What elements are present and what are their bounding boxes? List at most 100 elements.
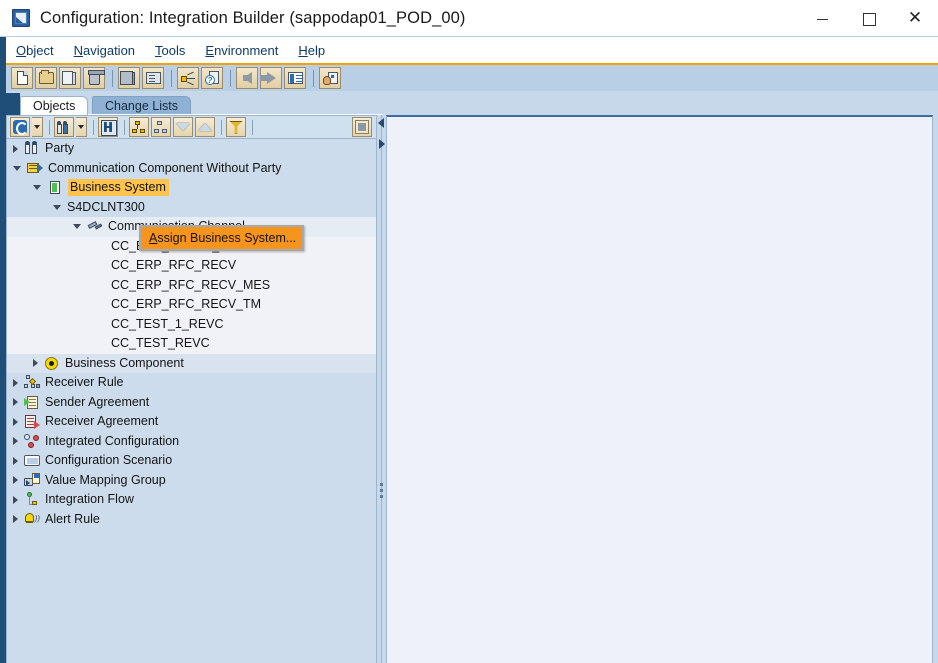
main-toolbar: ? bbox=[6, 65, 938, 91]
tree-row-label: Receiver Agreement bbox=[45, 414, 159, 429]
tree-row-business-component[interactable]: Business Component bbox=[7, 353, 376, 373]
chevron-down-icon[interactable] bbox=[73, 224, 81, 230]
tree-row-label: Communication Component Without Party bbox=[48, 160, 282, 175]
chevron-right-icon[interactable] bbox=[33, 359, 38, 368]
tree-row-integrated-configuration[interactable]: Integrated Configuration bbox=[7, 431, 376, 451]
open-folder-icon bbox=[38, 70, 54, 84]
delete-button[interactable] bbox=[83, 67, 105, 89]
objects-tree[interactable]: Party Communication Component Without Pa… bbox=[6, 139, 377, 663]
refresh-dropdown-button[interactable] bbox=[32, 117, 43, 137]
toolbar-separator bbox=[112, 69, 113, 87]
chevron-right-icon[interactable] bbox=[13, 417, 18, 426]
minimize-button[interactable] bbox=[800, 0, 846, 36]
context-menu-item-label: Assign Business System... bbox=[149, 231, 297, 245]
flow-diagram-button[interactable] bbox=[177, 67, 199, 89]
menu-item-tools[interactable]: Tools bbox=[155, 43, 185, 58]
tree-row-label: Value Mapping Group bbox=[45, 472, 166, 487]
collapse-left-arrow-icon[interactable] bbox=[378, 118, 384, 128]
chevron-right-icon[interactable] bbox=[13, 144, 18, 153]
sort-descending-button[interactable] bbox=[173, 117, 193, 137]
help-document-button[interactable]: ? bbox=[201, 67, 223, 89]
tree-row-receiver-agreement[interactable]: Receiver Agreement bbox=[7, 412, 376, 432]
refresh-icon bbox=[13, 120, 28, 135]
tree-row-label: Party bbox=[45, 141, 75, 156]
tab-strip: Objects Change Lists bbox=[6, 93, 938, 115]
tree-row-cc-test-revc[interactable]: CC_TEST_REVC bbox=[7, 334, 376, 354]
scope-dropdown-button[interactable] bbox=[76, 117, 87, 137]
context-menu-assign-business-system[interactable]: Assign Business System... bbox=[139, 225, 304, 251]
tree-toolbar-separator bbox=[252, 119, 253, 135]
refresh-button[interactable] bbox=[10, 117, 30, 137]
tree-row-label-selected: Business System bbox=[68, 179, 169, 197]
chevron-right-icon[interactable] bbox=[13, 437, 18, 446]
properties-button[interactable] bbox=[142, 67, 164, 89]
chevron-down-icon[interactable] bbox=[53, 204, 61, 210]
chevron-right-icon[interactable] bbox=[13, 495, 18, 504]
tab-objects[interactable]: Objects bbox=[20, 96, 89, 115]
tree-toolbar-separator bbox=[49, 119, 50, 135]
tree-row-receiver-rule[interactable]: Receiver Rule bbox=[7, 373, 376, 393]
find-button[interactable] bbox=[98, 117, 118, 137]
new-button[interactable] bbox=[11, 67, 33, 89]
expand-right-arrow-icon[interactable] bbox=[379, 139, 385, 149]
expand-tree-button[interactable] bbox=[129, 117, 149, 137]
tree-row-cc-erp-rfc-recv-mes[interactable]: CC_ERP_RFC_RECV_MES bbox=[7, 275, 376, 295]
tree-row-party[interactable]: Party bbox=[7, 139, 376, 159]
expand-tree-icon bbox=[132, 120, 146, 134]
menu-item-object[interactable]: Object bbox=[16, 43, 54, 58]
tree-row-cc-erp-rfc-recv[interactable]: CC_ERP_RFC_RECV bbox=[7, 256, 376, 276]
open-button[interactable] bbox=[35, 67, 57, 89]
sort-ascending-button[interactable] bbox=[195, 117, 215, 137]
maximize-button[interactable] bbox=[846, 0, 892, 36]
stop-button[interactable] bbox=[352, 117, 372, 137]
tree-row-cc-erp-rfc-recv-tm[interactable]: CC_ERP_RFC_RECV_TM bbox=[7, 295, 376, 315]
user-role-button[interactable] bbox=[319, 67, 341, 89]
help-document-icon: ? bbox=[205, 71, 219, 85]
communication-channel-icon bbox=[87, 219, 103, 234]
chevron-right-icon[interactable] bbox=[13, 456, 18, 465]
forward-button[interactable] bbox=[259, 67, 282, 89]
menu-item-environment[interactable]: Environment bbox=[205, 43, 278, 58]
receiver-agreement-icon bbox=[24, 414, 40, 430]
menu-item-help[interactable]: Help bbox=[298, 43, 325, 58]
scope-button[interactable] bbox=[54, 117, 74, 137]
panel-splitter[interactable] bbox=[377, 115, 386, 663]
objects-tree-panel: Party Communication Component Without Pa… bbox=[6, 115, 377, 663]
business-component-icon bbox=[44, 356, 60, 371]
save-icon bbox=[120, 70, 135, 85]
integrated-configuration-icon bbox=[24, 433, 40, 449]
tree-row-communication-component-without-party[interactable]: Communication Component Without Party bbox=[7, 158, 376, 178]
business-system-icon bbox=[47, 180, 63, 195]
tree-row-sender-agreement[interactable]: Sender Agreement bbox=[7, 392, 376, 412]
splitter-grip-icon[interactable] bbox=[380, 483, 383, 505]
tree-row-cc-test-1-revc[interactable]: CC_TEST_1_REVC bbox=[7, 314, 376, 334]
tree-row-integration-flow[interactable]: Integration Flow bbox=[7, 490, 376, 510]
menu-item-navigation[interactable]: Navigation bbox=[74, 43, 135, 58]
tree-toolbar-separator bbox=[221, 119, 222, 135]
tree-row-configuration-scenario[interactable]: Configuration Scenario bbox=[7, 451, 376, 471]
tree-row-value-mapping-group[interactable]: Value Mapping Group bbox=[7, 470, 376, 490]
chevron-right-icon[interactable] bbox=[13, 515, 18, 524]
list-view-button[interactable] bbox=[284, 67, 306, 89]
window-frame: Object Navigation Tools Environment Help… bbox=[0, 36, 938, 663]
filter-button[interactable] bbox=[226, 117, 246, 137]
chevron-right-icon[interactable] bbox=[13, 378, 18, 387]
tree-row-business-system[interactable]: Business System bbox=[7, 178, 376, 198]
tree-row-alert-rule[interactable]: )) Alert Rule bbox=[7, 509, 376, 529]
chevron-down-icon[interactable] bbox=[13, 165, 21, 171]
tree-row-label: CC_TEST_1_REVC bbox=[111, 316, 224, 331]
save-button[interactable] bbox=[118, 67, 140, 89]
form-properties-icon bbox=[145, 72, 161, 84]
new-icon bbox=[16, 71, 28, 85]
stop-icon bbox=[355, 120, 369, 134]
tab-change-lists[interactable]: Change Lists bbox=[92, 96, 191, 115]
close-button[interactable]: ✕ bbox=[892, 0, 938, 36]
party-icon bbox=[24, 141, 40, 156]
copy-button[interactable] bbox=[59, 67, 81, 89]
chevron-right-icon[interactable] bbox=[13, 398, 18, 407]
chevron-down-icon[interactable] bbox=[33, 185, 41, 191]
tree-row-s4dclnt300[interactable]: S4DCLNT300 bbox=[7, 197, 376, 217]
back-button[interactable] bbox=[236, 67, 258, 89]
chevron-right-icon[interactable] bbox=[13, 476, 18, 485]
collapse-tree-button[interactable] bbox=[151, 117, 171, 137]
